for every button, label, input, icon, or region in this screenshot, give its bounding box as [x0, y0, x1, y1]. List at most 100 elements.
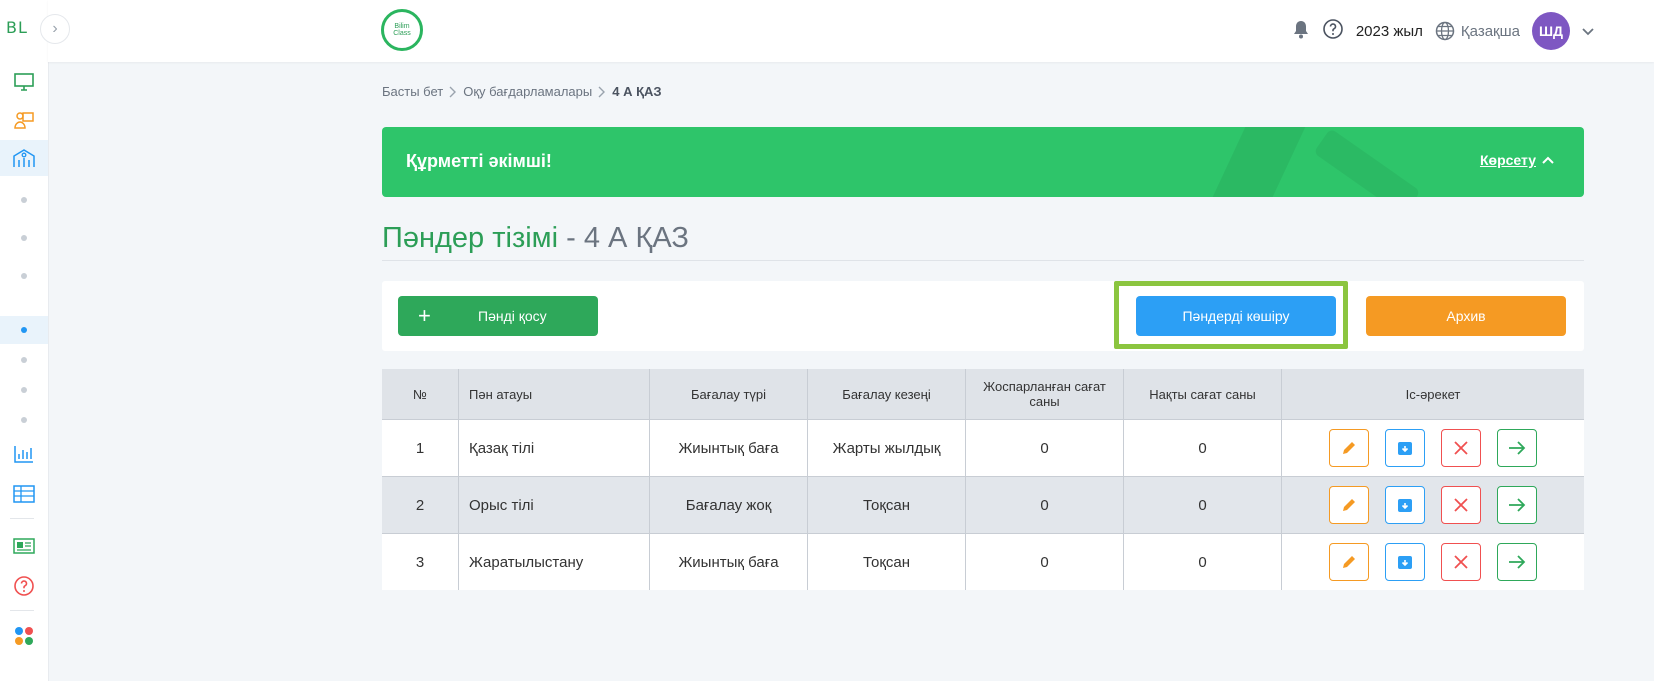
- open-button[interactable]: [1497, 429, 1537, 467]
- cell-actions: [1281, 419, 1584, 477]
- copy-subjects-button[interactable]: Пәндерді көшіру: [1136, 296, 1336, 336]
- school-icon: [13, 149, 35, 167]
- sidebar-item-table[interactable]: [0, 482, 48, 506]
- cell-planned-hours: 0: [965, 533, 1124, 590]
- page-title-separator: -: [558, 222, 584, 254]
- archive-row-button[interactable]: [1385, 429, 1425, 467]
- sidebar-subitem[interactable]: [0, 354, 48, 366]
- edit-button[interactable]: [1329, 543, 1369, 581]
- add-subject-label: Пәнді қосу: [478, 308, 547, 324]
- bell-icon: [1293, 21, 1308, 39]
- cell-actual-hours: 0: [1123, 476, 1282, 534]
- banner-show-link[interactable]: Көрсету: [1480, 152, 1554, 168]
- archive-button[interactable]: Архив: [1366, 296, 1566, 336]
- sidebar-logo: BL: [6, 18, 28, 37]
- cell-actual-hours: 0: [1123, 533, 1282, 590]
- delete-button[interactable]: [1441, 429, 1481, 467]
- col-subject-name: Пән атауы: [458, 369, 650, 420]
- delete-button[interactable]: [1441, 543, 1481, 581]
- bullet-icon: [21, 235, 27, 241]
- plus-icon: +: [418, 303, 431, 328]
- archive-row-button[interactable]: [1385, 543, 1425, 581]
- notification-button[interactable]: [1292, 19, 1310, 43]
- bullet-icon: [21, 357, 27, 363]
- edit-button[interactable]: [1329, 486, 1369, 524]
- breadcrumb-home[interactable]: Басты бет: [382, 84, 443, 99]
- table-row: 1 Қазақ тілі Жиынтық баға Жарты жылдық 0…: [382, 419, 1584, 477]
- col-actual-hours: Нақты сағат саны: [1123, 369, 1282, 420]
- cell-number: 1: [382, 419, 459, 477]
- language-selector[interactable]: Қазақша: [1435, 21, 1520, 41]
- col-assessment-type: Бағалау түрі: [649, 369, 808, 420]
- page-title: Пәндер тізімі - 4 А ҚАЗ: [382, 222, 689, 255]
- sidebar-item-news[interactable]: [0, 535, 48, 557]
- cell-subject-name: Орыс тілі: [458, 476, 650, 534]
- chevron-up-icon: [1542, 156, 1554, 164]
- cell-actual-hours: 0: [1123, 419, 1282, 477]
- cell-planned-hours: 0: [965, 419, 1124, 477]
- cell-number: 3: [382, 533, 459, 590]
- page-title-text: Пәндер тізімі: [382, 222, 559, 254]
- sidebar-subitem[interactable]: [0, 384, 48, 396]
- page-title-class: 4 А ҚАЗ: [583, 222, 689, 254]
- archive-row-button[interactable]: [1385, 486, 1425, 524]
- sidebar-subitem[interactable]: [0, 270, 48, 282]
- sidebar-divider: [10, 518, 34, 519]
- edit-button[interactable]: [1329, 429, 1369, 467]
- chevron-right-icon: [449, 86, 457, 97]
- header-right-controls: 2023 жыл Қазақша ШД: [1292, 12, 1594, 50]
- pencil-icon: [1343, 442, 1355, 454]
- sidebar-toggle-button[interactable]: ›: [40, 14, 70, 44]
- arrow-right-icon: [1509, 498, 1526, 512]
- bullet-icon: [21, 387, 27, 393]
- chevron-down-icon: [1582, 27, 1594, 35]
- sidebar-subitem-active[interactable]: [0, 316, 48, 344]
- monitor-icon: [14, 73, 34, 91]
- bar-chart-icon: [14, 446, 33, 463]
- sidebar-item-school[interactable]: [0, 140, 48, 176]
- sidebar-subitem[interactable]: [0, 232, 48, 244]
- help-button[interactable]: [1322, 18, 1344, 44]
- cell-assessment-period: Жарты жылдық: [807, 419, 966, 477]
- year-selector[interactable]: 2023 жыл: [1356, 23, 1423, 40]
- cell-assessment-type: Бағалау жоқ: [649, 476, 808, 534]
- open-button[interactable]: [1497, 486, 1537, 524]
- table-row: 2 Орыс тілі Бағалау жоқ Тоқсан 0 0: [382, 476, 1584, 534]
- sidebar-item-reports[interactable]: [0, 442, 48, 466]
- sidebar-item-help[interactable]: [0, 574, 48, 598]
- add-subject-button[interactable]: + Пәнді қосу: [398, 296, 598, 336]
- question-icon: [1323, 19, 1343, 39]
- cell-assessment-period: Тоқсан: [807, 476, 966, 534]
- subjects-table: № Пән атауы Бағалау түрі Бағалау кезеңі …: [382, 369, 1584, 590]
- brand-logo[interactable]: Bilim Class: [381, 9, 423, 51]
- bullet-icon: [21, 327, 27, 333]
- cell-actions: [1281, 476, 1584, 534]
- col-planned-hours: Жоспарланған сағат саны: [965, 369, 1124, 420]
- teacher-icon: [14, 112, 34, 129]
- close-icon: [1454, 498, 1468, 512]
- bullet-icon: [21, 197, 27, 203]
- pencil-icon: [1343, 556, 1355, 568]
- archive-box-icon: [1398, 499, 1412, 512]
- sidebar-item-monitor[interactable]: [0, 70, 48, 94]
- user-menu-toggle[interactable]: [1582, 23, 1594, 40]
- table-icon: [13, 485, 35, 503]
- actions-bar: + Пәнді қосу Пәндерді көшіру Архив: [382, 281, 1584, 351]
- col-assessment-period: Бағалау кезеңі: [807, 369, 966, 420]
- cell-assessment-period: Тоқсан: [807, 533, 966, 590]
- close-icon: [1454, 555, 1468, 569]
- sidebar-item-apps[interactable]: [0, 624, 48, 648]
- arrow-right-icon: [1509, 441, 1526, 455]
- banner-decoration: [1184, 127, 1320, 197]
- sidebar-subitem[interactable]: [0, 194, 48, 206]
- banner-link-label: Көрсету: [1479, 152, 1536, 168]
- open-button[interactable]: [1497, 543, 1537, 581]
- delete-button[interactable]: [1441, 486, 1481, 524]
- col-number: №: [382, 369, 459, 420]
- sidebar-item-teacher[interactable]: [0, 108, 48, 132]
- chevron-right-icon: [598, 86, 606, 97]
- sidebar-subitem[interactable]: [0, 414, 48, 426]
- user-avatar[interactable]: ШД: [1532, 12, 1570, 50]
- breadcrumb-programs[interactable]: Оқу бағдарламалары: [463, 84, 592, 99]
- title-divider: [382, 260, 1584, 261]
